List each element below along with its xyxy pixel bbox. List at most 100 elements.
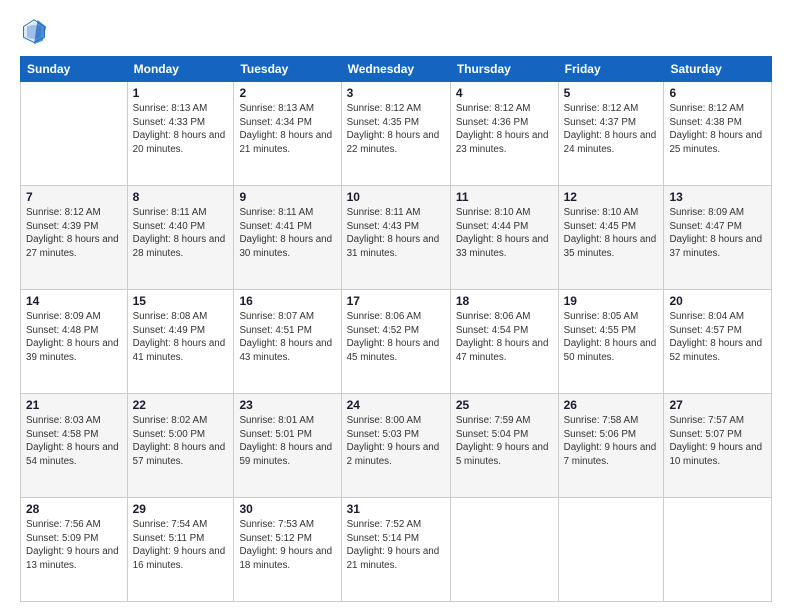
day-info: Sunrise: 8:10 AMSunset: 4:45 PMDaylight:… — [564, 206, 659, 261]
day-info: Sunrise: 8:09 AMSunset: 4:47 PMDaylight:… — [669, 206, 766, 261]
day-cell: 11 Sunrise: 8:10 AMSunset: 4:44 PMDayligh… — [450, 186, 558, 290]
day-cell: 1Sunrise: 8:13 AMSunset: 4:33 PMDaylight… — [127, 82, 234, 186]
day-number: 24 — [347, 398, 445, 412]
day-info: Sunrise: 7:53 AMSunset: 5:12 PMDaylight:… — [239, 518, 335, 573]
day-number: 12 — [564, 190, 659, 204]
col-header-wednesday: Wednesday — [341, 57, 450, 82]
day-cell: 8 Sunrise: 8:11 AMSunset: 4:40 PMDaylight… — [127, 186, 234, 290]
day-number: 16 — [239, 294, 335, 308]
day-cell: 22 Sunrise: 8:02 AMSunset: 5:00 PMDayligh… — [127, 394, 234, 498]
day-cell: 15 Sunrise: 8:08 AMSunset: 4:49 PMDayligh… — [127, 290, 234, 394]
day-cell: 29 Sunrise: 7:54 AMSunset: 5:11 PMDayligh… — [127, 498, 234, 602]
day-info: Sunrise: 8:06 AMSunset: 4:54 PMDaylight:… — [456, 310, 553, 365]
day-number: 22 — [133, 398, 229, 412]
day-cell: 21 Sunrise: 8:03 AMSunset: 4:58 PMDayligh… — [21, 394, 128, 498]
col-header-sunday: Sunday — [21, 57, 128, 82]
day-info: Sunrise: 8:10 AMSunset: 4:44 PMDaylight:… — [456, 206, 553, 261]
day-number: 18 — [456, 294, 553, 308]
day-cell: 16Sunrise: 8:07 AMSunset: 4:51 PMDayligh… — [234, 290, 341, 394]
day-cell: 4Sunrise: 8:12 AMSunset: 4:36 PMDaylight… — [450, 82, 558, 186]
day-cell: 17 Sunrise: 8:06 AMSunset: 4:52 PMDayligh… — [341, 290, 450, 394]
day-number: 11 — [456, 190, 553, 204]
day-info: Sunrise: 8:11 AMSunset: 4:43 PMDaylight:… — [347, 206, 445, 261]
col-header-monday: Monday — [127, 57, 234, 82]
day-number: 10 — [347, 190, 445, 204]
calendar-page: SundayMondayTuesdayWednesdayThursdayFrid… — [0, 0, 792, 612]
day-cell — [21, 82, 128, 186]
day-info: Sunrise: 8:13 AMSunset: 4:33 PMDaylight:… — [133, 102, 229, 157]
day-info: Sunrise: 8:01 AMSunset: 5:01 PMDaylight:… — [239, 414, 335, 469]
day-number: 21 — [26, 398, 122, 412]
day-number: 29 — [133, 502, 229, 516]
day-info: Sunrise: 8:11 AMSunset: 4:40 PMDaylight:… — [133, 206, 229, 261]
day-info: Sunrise: 8:12 AMSunset: 4:35 PMDaylight:… — [347, 102, 445, 157]
day-info: Sunrise: 8:00 AMSunset: 5:03 PMDaylight:… — [347, 414, 445, 469]
day-info: Sunrise: 8:12 AMSunset: 4:38 PMDaylight:… — [669, 102, 766, 157]
calendar-header-row: SundayMondayTuesdayWednesdayThursdayFrid… — [21, 57, 772, 82]
day-info: Sunrise: 7:56 AMSunset: 5:09 PMDaylight:… — [26, 518, 122, 573]
week-row-4: 28 Sunrise: 7:56 AMSunset: 5:09 PMDayligh… — [21, 498, 772, 602]
day-cell: 24 Sunrise: 8:00 AMSunset: 5:03 PMDayligh… — [341, 394, 450, 498]
day-cell: 18 Sunrise: 8:06 AMSunset: 4:54 PMDayligh… — [450, 290, 558, 394]
col-header-saturday: Saturday — [664, 57, 772, 82]
day-cell: 27 Sunrise: 7:57 AMSunset: 5:07 PMDayligh… — [664, 394, 772, 498]
day-cell: 10 Sunrise: 8:11 AMSunset: 4:43 PMDayligh… — [341, 186, 450, 290]
day-info: Sunrise: 8:12 AMSunset: 4:37 PMDaylight:… — [564, 102, 659, 157]
day-number: 23 — [239, 398, 335, 412]
col-header-thursday: Thursday — [450, 57, 558, 82]
day-number: 4 — [456, 86, 553, 100]
day-number: 19 — [564, 294, 659, 308]
day-cell: 2 Sunrise: 8:13 AMSunset: 4:34 PMDaylight… — [234, 82, 341, 186]
day-number: 25 — [456, 398, 553, 412]
day-cell — [664, 498, 772, 602]
day-number: 30 — [239, 502, 335, 516]
day-info: Sunrise: 8:03 AMSunset: 4:58 PMDaylight:… — [26, 414, 122, 469]
logo-icon — [20, 18, 48, 46]
day-number: 5 — [564, 86, 659, 100]
day-cell — [450, 498, 558, 602]
day-info: Sunrise: 7:52 AMSunset: 5:14 PMDaylight:… — [347, 518, 445, 573]
day-info: Sunrise: 8:09 AMSunset: 4:48 PMDaylight:… — [26, 310, 122, 365]
day-number: 31 — [347, 502, 445, 516]
day-cell: 30 Sunrise: 7:53 AMSunset: 5:12 PMDayligh… — [234, 498, 341, 602]
day-number: 27 — [669, 398, 766, 412]
day-cell: 14Sunrise: 8:09 AMSunset: 4:48 PMDayligh… — [21, 290, 128, 394]
day-cell: 5 Sunrise: 8:12 AMSunset: 4:37 PMDaylight… — [558, 82, 664, 186]
day-info: Sunrise: 7:54 AMSunset: 5:11 PMDaylight:… — [133, 518, 229, 573]
day-number: 26 — [564, 398, 659, 412]
col-header-tuesday: Tuesday — [234, 57, 341, 82]
day-info: Sunrise: 8:08 AMSunset: 4:49 PMDaylight:… — [133, 310, 229, 365]
day-number: 7 — [26, 190, 122, 204]
day-info: Sunrise: 8:06 AMSunset: 4:52 PMDaylight:… — [347, 310, 445, 365]
day-info: Sunrise: 7:59 AMSunset: 5:04 PMDaylight:… — [456, 414, 553, 469]
day-number: 8 — [133, 190, 229, 204]
day-cell: 31 Sunrise: 7:52 AMSunset: 5:14 PMDayligh… — [341, 498, 450, 602]
day-cell: 3Sunrise: 8:12 AMSunset: 4:35 PMDaylight… — [341, 82, 450, 186]
calendar-table: SundayMondayTuesdayWednesdayThursdayFrid… — [20, 56, 772, 602]
day-info: Sunrise: 8:04 AMSunset: 4:57 PMDaylight:… — [669, 310, 766, 365]
day-cell: 9Sunrise: 8:11 AMSunset: 4:41 PMDaylight… — [234, 186, 341, 290]
day-cell: 6 Sunrise: 8:12 AMSunset: 4:38 PMDaylight… — [664, 82, 772, 186]
day-info: Sunrise: 8:02 AMSunset: 5:00 PMDaylight:… — [133, 414, 229, 469]
day-number: 2 — [239, 86, 335, 100]
day-number: 17 — [347, 294, 445, 308]
day-cell: 26 Sunrise: 7:58 AMSunset: 5:06 PMDayligh… — [558, 394, 664, 498]
week-row-0: 1Sunrise: 8:13 AMSunset: 4:33 PMDaylight… — [21, 82, 772, 186]
day-cell: 7 Sunrise: 8:12 AMSunset: 4:39 PMDaylight… — [21, 186, 128, 290]
logo — [20, 18, 52, 46]
day-number: 6 — [669, 86, 766, 100]
day-number: 20 — [669, 294, 766, 308]
day-info: Sunrise: 8:12 AMSunset: 4:39 PMDaylight:… — [26, 206, 122, 261]
day-cell: 25 Sunrise: 7:59 AMSunset: 5:04 PMDayligh… — [450, 394, 558, 498]
week-row-2: 14Sunrise: 8:09 AMSunset: 4:48 PMDayligh… — [21, 290, 772, 394]
header — [20, 18, 772, 46]
day-info: Sunrise: 8:11 AMSunset: 4:41 PMDaylight:… — [239, 206, 335, 261]
day-number: 28 — [26, 502, 122, 516]
day-cell: 12 Sunrise: 8:10 AMSunset: 4:45 PMDayligh… — [558, 186, 664, 290]
week-row-3: 21 Sunrise: 8:03 AMSunset: 4:58 PMDayligh… — [21, 394, 772, 498]
day-info: Sunrise: 7:57 AMSunset: 5:07 PMDaylight:… — [669, 414, 766, 469]
day-info: Sunrise: 7:58 AMSunset: 5:06 PMDaylight:… — [564, 414, 659, 469]
col-header-friday: Friday — [558, 57, 664, 82]
day-info: Sunrise: 8:13 AMSunset: 4:34 PMDaylight:… — [239, 102, 335, 157]
day-number: 15 — [133, 294, 229, 308]
